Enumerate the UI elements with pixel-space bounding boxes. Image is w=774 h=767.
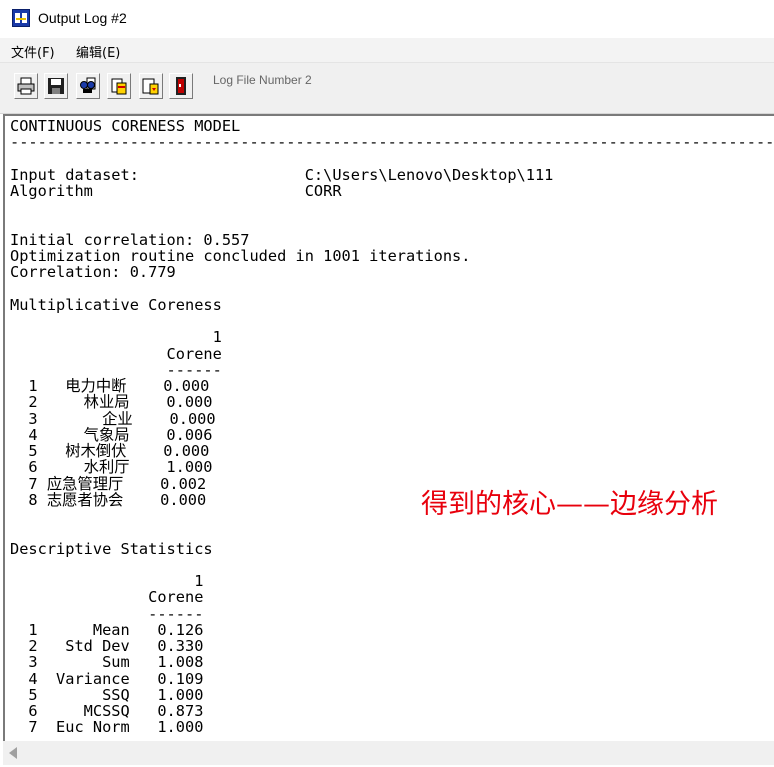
print-button[interactable] <box>14 73 38 99</box>
log-file-label: Log File Number 2 <box>213 73 312 87</box>
print-icon <box>17 77 35 95</box>
menu-edit[interactable]: 编辑(E) <box>76 42 120 61</box>
title-bar: Output Log #2 <box>0 0 774 38</box>
menu-bar: 文件(F) 编辑(E) <box>0 38 774 63</box>
log-line: Descriptive Statistics <box>10 539 213 558</box>
scroll-left-arrow-icon[interactable] <box>9 747 17 759</box>
save-button[interactable] <box>44 73 68 99</box>
annotation-text: 得到的核心——边缘分析 <box>421 489 718 520</box>
exit-icon <box>176 77 186 95</box>
log-output-area[interactable]: CONTINUOUS CORENESS MODEL --------------… <box>3 114 774 741</box>
horizontal-scrollbar[interactable] <box>3 741 774 765</box>
export-button[interactable] <box>139 73 163 99</box>
save-icon <box>48 78 64 94</box>
log-text: CONTINUOUS CORENESS MODEL --------------… <box>10 118 774 736</box>
window-title: Output Log #2 <box>38 10 127 26</box>
copy-button[interactable] <box>107 73 131 99</box>
copy-to-clipboard-icon <box>111 78 127 95</box>
find-button[interactable] <box>76 73 100 99</box>
log-line: Correlation: 0.779 <box>10 263 176 282</box>
exit-button[interactable] <box>169 73 193 99</box>
export-icon <box>142 78 159 95</box>
menu-file[interactable]: 文件(F) <box>11 42 55 61</box>
log-line: Algorithm CORR <box>10 182 342 200</box>
log-line: 7 Euc Norm 1.000 <box>10 718 204 737</box>
toolbar: Log File Number 2 <box>0 63 774 114</box>
log-line: ----------------------------------------… <box>10 133 774 152</box>
log-line: 8 志愿者协会 0.000 <box>10 490 207 509</box>
ucinet-app-icon <box>12 9 30 27</box>
log-line: Multiplicative Coreness <box>10 295 222 314</box>
find-icon <box>80 77 96 93</box>
